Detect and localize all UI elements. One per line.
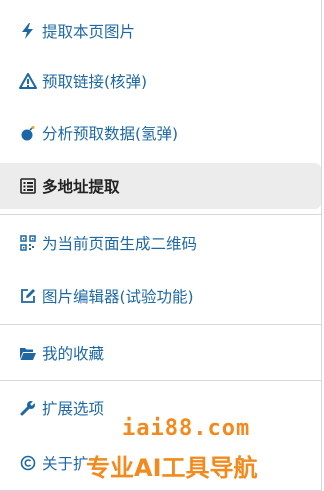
menu-item-label: 关于扩 (42, 455, 89, 473)
warning-triangle-icon (18, 71, 38, 91)
menu-item-label: 分析预取数据(氢弹) (42, 125, 179, 143)
menu-item-label: 扩展选项 (42, 400, 105, 418)
copyright-icon (18, 453, 38, 473)
wrench-icon (18, 398, 38, 418)
watermark-slogan: 专业AI工具导航 (86, 454, 258, 482)
menu-item-multi-address-extract[interactable]: 多地址提取 (0, 163, 321, 209)
menu-item-label: 图片编辑器(试验功能) (42, 288, 194, 306)
menu-item-prefetch-links[interactable]: 预取链接(核弹) (0, 58, 321, 104)
menu-item-label: 提取本页图片 (42, 23, 136, 41)
divider (0, 324, 321, 325)
menu-item-label: 为当前页面生成二维码 (42, 235, 198, 253)
edit-icon (18, 286, 38, 306)
menu-item-image-editor[interactable]: 图片编辑器(试验功能) (0, 273, 321, 319)
bomb-icon (18, 123, 38, 143)
folder-open-icon (18, 343, 38, 363)
divider (0, 380, 321, 381)
menu-item-label: 多地址提取 (42, 178, 120, 196)
watermark-site: iai88.com (122, 416, 251, 441)
menu-item-analyze-prefetch[interactable]: 分析预取数据(氢弹) (0, 110, 321, 156)
menu-item-label: 预取链接(核弹) (42, 73, 148, 91)
menu-item-label: 我的收藏 (42, 345, 105, 363)
list-icon (18, 176, 38, 196)
menu-item-my-favorites[interactable]: 我的收藏 (0, 330, 321, 376)
menu-item-extract-images[interactable]: 提取本页图片 (0, 8, 321, 54)
menu-item-generate-qrcode[interactable]: 为当前页面生成二维码 (0, 220, 321, 266)
lightning-bolt-icon (18, 21, 38, 41)
divider (0, 214, 321, 215)
qrcode-icon (18, 233, 38, 253)
